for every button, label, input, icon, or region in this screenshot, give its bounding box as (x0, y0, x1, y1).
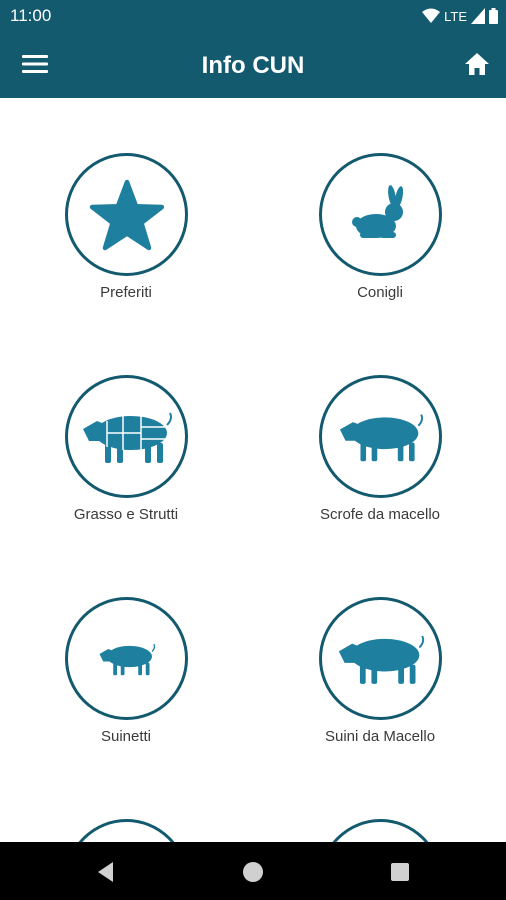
recents-icon[interactable] (388, 860, 412, 884)
tile-label: Suini da Macello (324, 728, 436, 745)
piglet-icon (99, 643, 155, 675)
star-icon (89, 179, 164, 250)
navigation-bar (0, 842, 506, 900)
status-time: 11:00 (10, 6, 52, 25)
battery-icon (489, 8, 498, 24)
pork-cuts-icon (82, 412, 172, 463)
tile-circle (319, 375, 442, 498)
tile-label: Preferiti (100, 284, 152, 301)
tile-circle (65, 375, 188, 498)
tile-label: Scrofe da macello (319, 506, 441, 523)
status-icons: LTE (422, 6, 498, 26)
sow-icon (339, 413, 423, 461)
home-nav-icon[interactable] (241, 860, 265, 884)
signal-icon (471, 8, 485, 24)
tile-circle (319, 819, 442, 842)
tile-circle (65, 597, 188, 720)
tile-label: Suinetti (100, 728, 152, 745)
page-title: Info CUN (201, 52, 305, 79)
category-grid: Preferiti Conigli Grasso e Strutti Scrof… (0, 98, 506, 842)
back-icon[interactable] (94, 860, 118, 884)
tile-label: Grasso e Strutti (73, 506, 179, 523)
tile-circle (65, 819, 188, 842)
tile-circle (319, 153, 442, 276)
home-icon[interactable] (464, 51, 490, 77)
rabbit-icon (351, 184, 403, 238)
tile-circle (65, 153, 188, 276)
app-bar: Info CUN (0, 30, 506, 98)
network-type: LTE (444, 8, 467, 24)
tile-circle (319, 597, 442, 720)
tile-label: Conigli (357, 284, 403, 301)
wifi-icon (422, 8, 441, 23)
status-bar: 11:00 LTE (0, 0, 506, 30)
pig-icon (338, 635, 424, 684)
